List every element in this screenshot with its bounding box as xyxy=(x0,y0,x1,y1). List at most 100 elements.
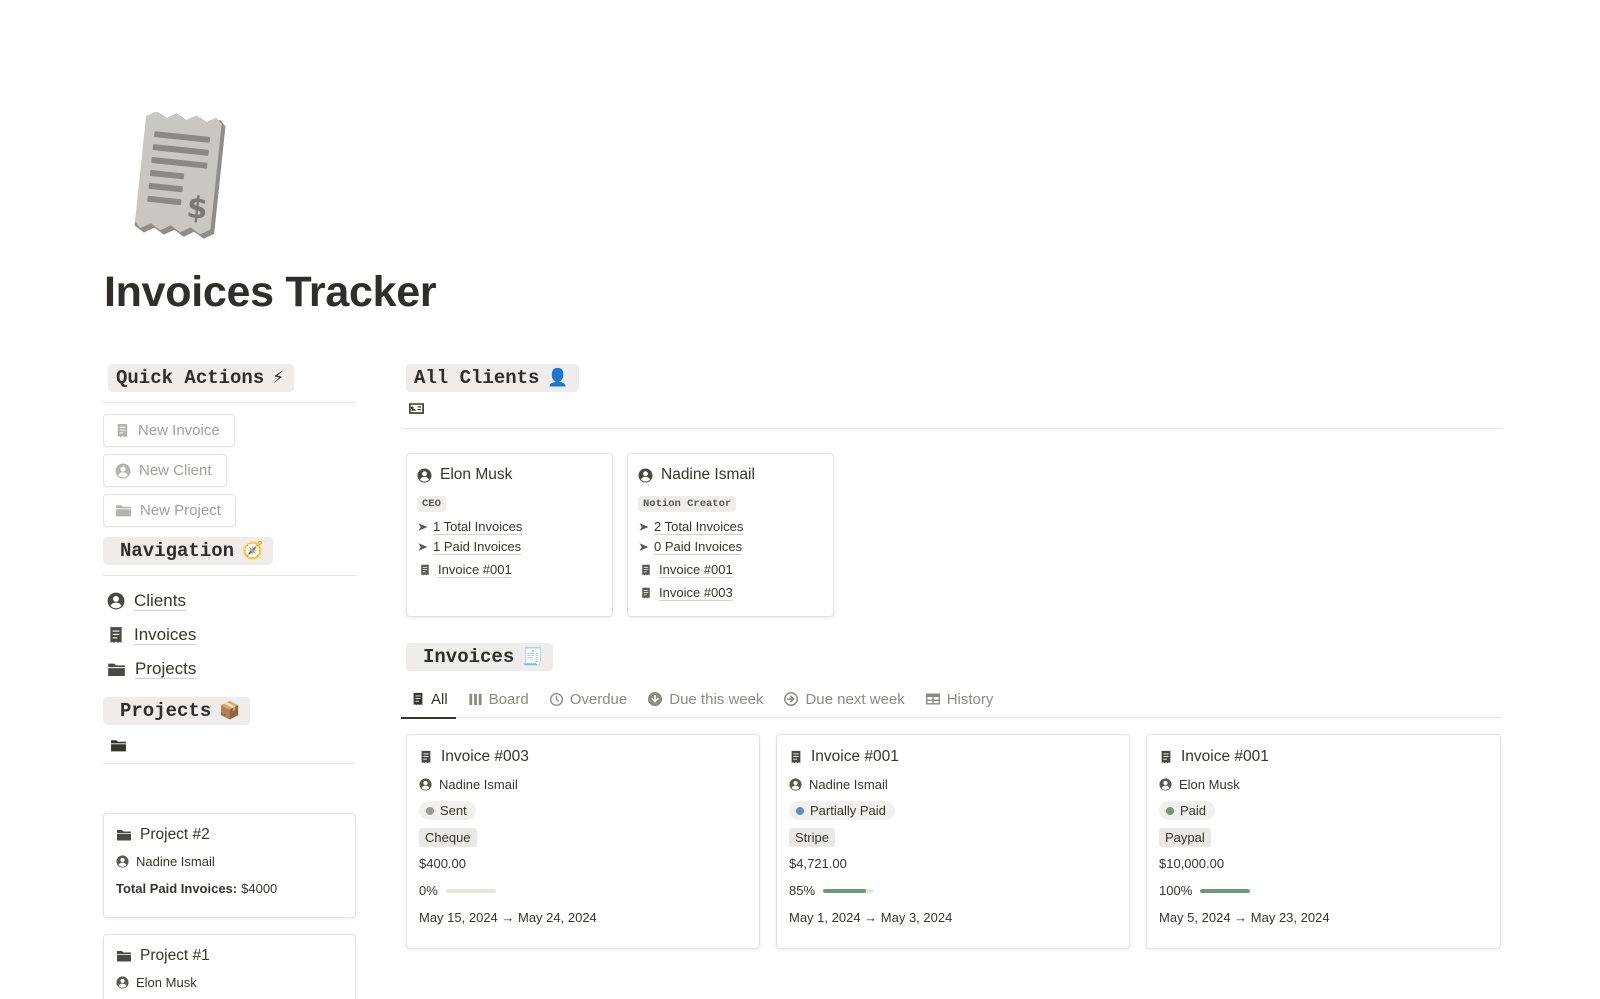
role-tag: Notion Creator xyxy=(638,496,737,512)
arrow-right-icon xyxy=(417,541,429,553)
progress-bar xyxy=(1200,888,1251,893)
page-title: Invoices Tracker xyxy=(104,268,437,316)
receipt-icon xyxy=(640,564,652,576)
right-column: All Clients 👤 xyxy=(402,364,1501,429)
progress-fill xyxy=(823,888,866,893)
client-name: Elon Musk xyxy=(417,466,602,484)
receipt-icon xyxy=(419,750,433,764)
invoices-section: Invoices 🧾 All Board Overdue Due this we… xyxy=(401,643,1501,719)
folder-icon xyxy=(116,948,132,964)
total-invoices: 1 Total Invoices xyxy=(417,519,602,534)
invoice-link[interactable]: Invoice #001 xyxy=(638,562,823,577)
tab-all[interactable]: All xyxy=(401,681,456,719)
new-client-button[interactable]: New Client xyxy=(103,454,227,487)
tab-due-this-week[interactable]: Due this week xyxy=(647,681,763,718)
svg-text:$: $ xyxy=(185,190,209,227)
user-circle-icon xyxy=(1159,778,1172,791)
payment-method-tag: Paypal xyxy=(1159,828,1211,847)
payment-progress: 100% xyxy=(1159,883,1488,898)
contact-card-icon[interactable] xyxy=(408,400,425,417)
lightning-icon: ⚡ xyxy=(272,368,285,388)
invoice-card[interactable]: Invoice #001 Nadine Ismail Partially Pai… xyxy=(776,734,1130,949)
receipt-icon xyxy=(107,626,125,644)
arrow-right-circle-icon xyxy=(783,691,799,707)
receipt-icon xyxy=(419,564,431,576)
status-dot xyxy=(796,806,804,815)
status-badge: Partially Paid xyxy=(789,801,895,820)
user-circle-icon xyxy=(115,463,131,479)
nav-item-projects[interactable]: Projects xyxy=(107,652,356,686)
client-name: Nadine Ismail xyxy=(638,466,823,484)
arrow-right-icon xyxy=(638,521,650,533)
table-icon xyxy=(925,691,941,707)
project-card[interactable]: Project #1 Elon Musk xyxy=(103,934,356,999)
tab-history[interactable]: History xyxy=(925,681,993,718)
user-circle-icon xyxy=(638,468,653,483)
status-badge: Paid xyxy=(1159,801,1216,820)
invoice-client[interactable]: Elon Musk xyxy=(1159,777,1488,792)
client-card[interactable]: Elon Musk CEO 1 Total Invoices 1 Paid In… xyxy=(406,453,613,617)
total-paid-invoices: Total Paid Invoices: $4000 xyxy=(116,881,278,896)
receipt-emoji-icon: 🧾 xyxy=(522,647,544,667)
user-circle-icon xyxy=(107,592,125,610)
receipt-icon xyxy=(115,423,130,438)
user-circle-icon xyxy=(789,778,802,791)
receipt-icon xyxy=(411,692,425,706)
role-tag: CEO xyxy=(417,496,446,512)
arrow-down-circle-icon xyxy=(647,691,663,707)
project-client[interactable]: Elon Musk xyxy=(116,975,343,990)
divider xyxy=(103,763,356,764)
invoice-title: Invoice #003 xyxy=(419,748,747,766)
arrow-right-icon xyxy=(417,521,429,533)
tab-due-next-week[interactable]: Due next week xyxy=(783,681,905,718)
package-icon: 📦 xyxy=(219,701,241,721)
divider xyxy=(402,428,1501,429)
invoice-amount: $10,000.00 xyxy=(1159,856,1225,871)
paid-invoices: 0 Paid Invoices xyxy=(638,539,823,554)
invoices-heading: Invoices 🧾 xyxy=(406,643,554,671)
compass-icon: 🧭 xyxy=(242,541,264,561)
nav-item-invoices[interactable]: Invoices xyxy=(107,618,356,652)
invoice-link[interactable]: Invoice #001 xyxy=(417,562,602,577)
invoice-title: Invoice #001 xyxy=(789,748,1117,766)
folder-icon xyxy=(115,502,132,519)
invoice-view-tabs: All Board Overdue Due this week Due next… xyxy=(401,681,1501,719)
left-column: Quick Actions ⚡ New Invoice New Client N… xyxy=(103,364,356,764)
projects-heading: Projects 📦 xyxy=(103,697,251,725)
status-dot xyxy=(426,806,434,815)
payment-method-tag: Stripe xyxy=(789,828,835,847)
tab-board[interactable]: Board xyxy=(468,681,529,718)
invoice-link[interactable]: Invoice #003 xyxy=(638,585,823,600)
new-invoice-button[interactable]: New Invoice xyxy=(103,414,235,447)
tab-overdue[interactable]: Overdue xyxy=(549,681,627,718)
invoice-card[interactable]: Invoice #001 Elon Musk Paid Paypal $10,0… xyxy=(1146,734,1501,949)
invoice-date-range: May 5, 2024 → May 23, 2024 xyxy=(1159,910,1330,925)
payment-progress: 85% xyxy=(789,883,1117,898)
payment-method-tag: Cheque xyxy=(419,828,477,847)
receipt-page-icon: $ xyxy=(130,111,230,242)
invoice-date-range: May 1, 2024 → May 3, 2024 xyxy=(789,910,953,925)
folder-icon xyxy=(116,827,132,843)
progress-fill xyxy=(1200,888,1251,893)
all-clients-heading: All Clients 👤 xyxy=(406,364,579,392)
user-circle-icon xyxy=(417,468,432,483)
receipt-icon xyxy=(789,750,803,764)
nav-item-clients[interactable]: Clients xyxy=(107,584,356,618)
project-title: Project #2 xyxy=(116,826,343,844)
invoice-client[interactable]: Nadine Ismail xyxy=(789,777,1117,792)
payment-progress: 0% xyxy=(419,883,747,898)
user-circle-icon xyxy=(116,855,129,868)
arrow-right-icon xyxy=(638,541,650,553)
invoice-amount: $4,721.00 xyxy=(789,856,847,871)
invoice-client[interactable]: Nadine Ismail xyxy=(419,777,747,792)
progress-bar xyxy=(823,888,874,893)
board-columns-icon xyxy=(468,692,483,707)
project-client[interactable]: Nadine Ismail xyxy=(116,854,343,869)
invoice-card[interactable]: Invoice #003 Nadine Ismail Sent Cheque $… xyxy=(406,734,760,949)
client-card[interactable]: Nadine Ismail Notion Creator 2 Total Inv… xyxy=(627,453,834,617)
folder-icon xyxy=(107,660,126,679)
invoice-date-range: May 15, 2024 → May 24, 2024 xyxy=(419,910,597,925)
project-card[interactable]: Project #2 Nadine Ismail Total Paid Invo… xyxy=(103,813,356,918)
folder-icon[interactable] xyxy=(110,737,127,754)
new-project-button[interactable]: New Project xyxy=(103,494,236,527)
